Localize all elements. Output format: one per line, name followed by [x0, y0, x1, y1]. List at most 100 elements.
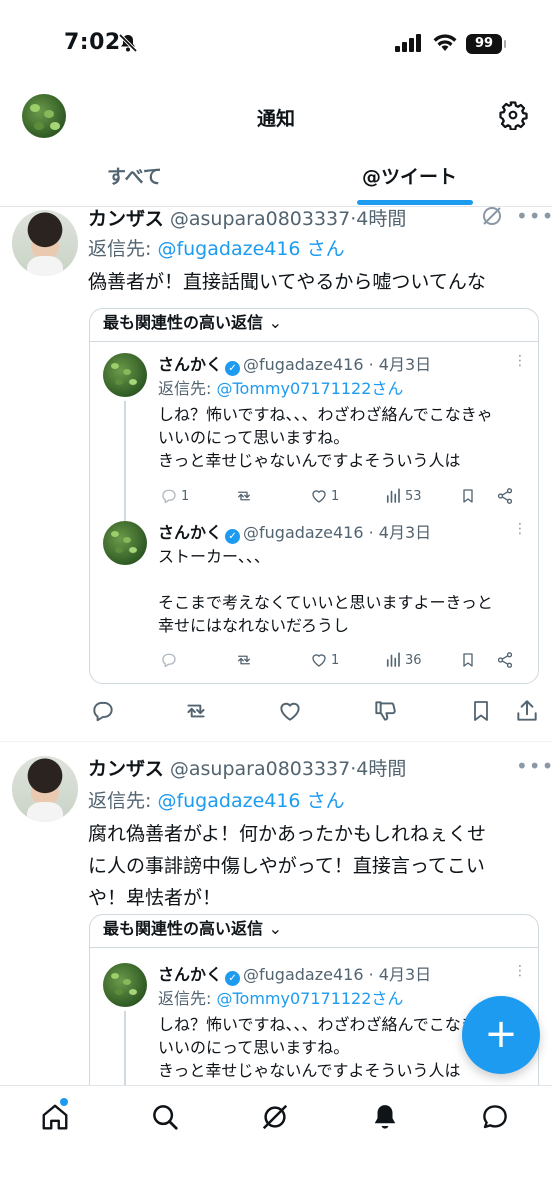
reply-date: 4月3日 — [378, 965, 432, 984]
views-button[interactable]: 36 — [384, 651, 422, 669]
bookmark-icon — [463, 489, 473, 503]
views-button[interactable]: 53 — [384, 487, 422, 505]
reply-button[interactable]: 1 — [160, 487, 189, 505]
thumbs-down-icon[interactable] — [372, 698, 398, 728]
reply-date: 4月3日 — [378, 523, 432, 542]
reply-to-prefix: 返信先: — [158, 379, 217, 398]
gear-icon[interactable] — [498, 100, 528, 134]
tab-mentions[interactable]: @ツイート — [362, 162, 457, 189]
reply-author-avatar[interactable] — [103, 521, 147, 565]
share-icon — [497, 488, 513, 504]
heart-icon — [312, 654, 326, 667]
reply-to-prefix: 返信先: — [88, 238, 158, 260]
reply-to-prefix: 返信先: — [88, 790, 158, 812]
bookmark-button[interactable] — [460, 487, 476, 505]
separator-dot: · — [368, 355, 374, 374]
reply-to-suffix: さん — [300, 790, 345, 812]
chevron-down-icon: ⌄ — [268, 919, 282, 938]
reply-actions: 1 1 53 — [158, 487, 528, 507]
new-content-dot — [60, 1098, 68, 1106]
reply-to-line: 返信先: @fugadaze416 さん — [88, 786, 345, 813]
bell-icon[interactable] — [370, 1102, 400, 1136]
reply-header: さんかく ✓ @fugadaze416 · 4月3日 — [158, 961, 431, 986]
messages-icon[interactable] — [480, 1102, 510, 1136]
tab-all[interactable]: すべて — [107, 162, 162, 189]
more-options-icon[interactable]: ⋮ — [513, 353, 527, 369]
compose-button[interactable]: + — [462, 996, 540, 1074]
reply-to-handle[interactable]: @fugadaze416 — [157, 238, 300, 260]
reply-author-name[interactable]: さんかく — [158, 355, 222, 374]
tweet-card[interactable]: カンザス @asupara0803337·4時間 ••• 返信先: @fugad… — [0, 204, 552, 742]
reply-to-suffix: さん — [300, 238, 345, 260]
reply-author-avatar[interactable] — [103, 353, 147, 397]
related-reply-box[interactable]: 最も関連性の高い返信 ⌄ さんかく ✓ @fugadaze416 · 4月3日 ⋮ … — [89, 308, 539, 684]
retweet-button[interactable] — [234, 487, 254, 505]
reply-header: さんかく ✓ @fugadaze416 · 4月3日 — [158, 519, 431, 544]
home-icon[interactable] — [40, 1102, 70, 1136]
reply-to-handle[interactable]: @Tommy07171122 — [216, 989, 371, 1008]
tweet-actions — [88, 698, 540, 726]
related-reply-header[interactable]: 最も関連性の高い返信 ⌄ — [103, 309, 282, 333]
comment-icon — [162, 653, 176, 668]
battery-indicator: 99 — [466, 34, 506, 54]
reply-item[interactable]: さんかく ✓ @fugadaze416 · 4月3日 ⋮ ストーカー、、、 そこまで… — [90, 519, 538, 677]
retweet-icon[interactable] — [182, 698, 210, 728]
like-count: 1 — [331, 488, 340, 504]
tweet-header: カンザス @asupara0803337·4時間 — [88, 754, 406, 781]
author-avatar[interactable] — [12, 210, 78, 276]
bottom-navigation — [0, 1085, 552, 1200]
tweet-header: カンザス @asupara0803337·4時間 — [88, 204, 406, 231]
reply-author-avatar[interactable] — [103, 963, 147, 1007]
reply-author-name[interactable]: さんかく — [158, 965, 222, 984]
reply-item[interactable]: さんかく ✓ @fugadaze416 · 4月3日 ⋮ 返信先: @Tommy07… — [90, 353, 538, 531]
reply-to-suffix: さん — [371, 989, 404, 1008]
bookmark-icon[interactable] — [469, 698, 493, 728]
more-options-icon[interactable]: ⋮ — [513, 521, 527, 537]
bookmark-icon — [463, 653, 473, 667]
separator-dot: · — [368, 523, 374, 542]
reply-author-handle: @fugadaze416 — [243, 965, 364, 984]
thread-divider — [90, 341, 538, 342]
reply-count: 1 — [181, 488, 190, 504]
heart-icon — [312, 490, 326, 503]
more-options-icon[interactable]: ⋮ — [513, 963, 527, 979]
more-options-icon[interactable]: ••• — [516, 204, 552, 228]
separator-dot: · — [368, 965, 374, 984]
like-button[interactable]: 1 — [310, 651, 339, 669]
reply-to-handle[interactable]: @fugadaze416 — [157, 790, 300, 812]
reply-author-handle: @fugadaze416 — [243, 523, 364, 542]
verified-badge-icon: ✓ — [225, 529, 241, 544]
verified-badge-icon: ✓ — [225, 971, 241, 986]
share-button[interactable] — [496, 487, 514, 505]
author-name[interactable]: カンザス — [88, 758, 164, 780]
status-time: 7:02 — [64, 30, 121, 55]
reply-to-handle[interactable]: @Tommy07171122 — [216, 379, 371, 398]
retweet-button[interactable] — [234, 651, 254, 669]
reply-actions: 1 36 — [158, 651, 528, 671]
like-count: 1 — [331, 652, 340, 668]
reply-button[interactable] — [160, 651, 178, 669]
page-title: 通知 — [256, 108, 295, 130]
grok-icon[interactable] — [260, 1102, 290, 1136]
search-icon[interactable] — [150, 1102, 180, 1136]
share-icon[interactable] — [514, 698, 540, 728]
author-avatar[interactable] — [12, 756, 78, 822]
like-button[interactable]: 1 — [310, 487, 339, 505]
heart-icon[interactable] — [277, 698, 303, 728]
related-reply-label: 最も関連性の高い返信 — [103, 313, 264, 332]
share-button[interactable] — [496, 651, 514, 669]
view-count: 53 — [405, 488, 422, 504]
reply-to-suffix: さん — [371, 379, 404, 398]
more-options-icon[interactable]: ••• — [516, 754, 552, 778]
tweet-time: 4時間 — [356, 758, 407, 780]
grok-icon[interactable] — [480, 204, 504, 232]
related-reply-header[interactable]: 最も関連性の高い返信 ⌄ — [103, 915, 282, 939]
bookmark-button[interactable] — [460, 651, 476, 669]
wifi-icon — [432, 33, 458, 57]
reply-icon[interactable] — [90, 698, 116, 728]
reply-author-name[interactable]: さんかく — [158, 523, 222, 542]
author-name[interactable]: カンザス — [88, 208, 164, 230]
verified-badge-icon: ✓ — [225, 361, 241, 376]
thread-connector-line — [124, 401, 126, 531]
reply-date: 4月3日 — [378, 355, 432, 374]
